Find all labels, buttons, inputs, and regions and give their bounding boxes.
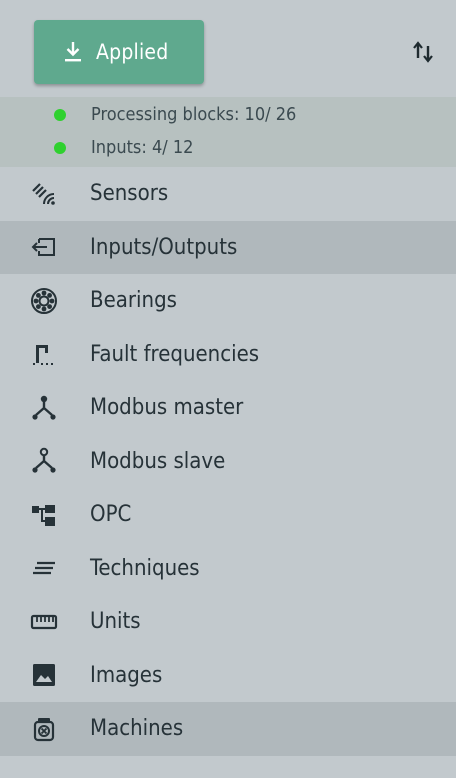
sidebar-item-machines[interactable]: Machines xyxy=(0,702,456,756)
machine-icon xyxy=(30,715,58,743)
status-ok-icon xyxy=(54,141,66,154)
sidebar-nav: Sensors Inputs/Outputs Bearings Fault fr… xyxy=(0,167,456,756)
status-text: Processing blocks: 10/ 26 xyxy=(91,104,297,125)
sidebar-item-modbus-slave[interactable]: Modbus slave xyxy=(0,435,456,489)
sidebar-item-fault-frequencies[interactable]: Fault frequencies xyxy=(0,328,456,382)
sidebar-item-images[interactable]: Images xyxy=(0,649,456,703)
status-text: Inputs: 4/ 12 xyxy=(91,137,194,158)
sidebar-item-units[interactable]: Units xyxy=(0,595,456,649)
sidebar-item-modbus-master[interactable]: Modbus master xyxy=(0,381,456,435)
sidebar-item-label: Techniques xyxy=(90,555,200,581)
status-panel: Processing blocks: 10/ 26 Inputs: 4/ 12 xyxy=(0,97,456,167)
bearing-icon xyxy=(30,287,58,315)
sidebar-item-bearings[interactable]: Bearings xyxy=(0,274,456,328)
status-row-processing-blocks: Processing blocks: 10/ 26 xyxy=(0,104,296,125)
sidebar-item-opc[interactable]: OPC xyxy=(0,488,456,542)
sidebar-item-label: OPC xyxy=(90,502,132,528)
sidebar-item-inputs-outputs[interactable]: Inputs/Outputs xyxy=(0,220,456,274)
sidebar-item-label: Images xyxy=(90,662,163,688)
sidebar-item-label: Bearings xyxy=(90,288,177,314)
applied-button[interactable]: Applied xyxy=(34,20,204,84)
configuration-sidebar: Applied Processing blocks: 10/ 26 Inputs… xyxy=(0,0,456,778)
modbus-master-icon xyxy=(30,394,58,422)
image-icon xyxy=(30,661,58,689)
opc-icon xyxy=(30,501,58,529)
status-row-inputs: Inputs: 4/ 12 xyxy=(0,137,193,158)
ruler-icon xyxy=(30,608,58,636)
sidebar-item-label: Units xyxy=(90,609,141,635)
modbus-slave-icon xyxy=(30,447,58,475)
sidebar-item-techniques[interactable]: Techniques xyxy=(0,542,456,596)
sidebar-item-label: Sensors xyxy=(90,181,169,207)
sort-icon[interactable] xyxy=(410,38,436,64)
fault-frequency-icon xyxy=(30,340,58,368)
sidebar-item-label: Modbus slave xyxy=(90,448,226,474)
techniques-icon xyxy=(30,554,58,582)
download-icon xyxy=(65,42,81,62)
sidebar-header: Applied xyxy=(0,0,456,97)
input-output-icon xyxy=(30,233,58,261)
sidebar-item-label: Modbus master xyxy=(90,395,244,421)
status-ok-icon xyxy=(54,108,66,121)
sidebar-item-label: Machines xyxy=(90,716,184,742)
sidebar-item-label: Inputs/Outputs xyxy=(90,234,238,260)
applied-button-label: Applied xyxy=(96,40,169,64)
sidebar-item-sensors[interactable]: Sensors xyxy=(0,167,456,221)
sensor-icon xyxy=(30,180,58,208)
sidebar-item-label: Fault frequencies xyxy=(90,341,260,367)
